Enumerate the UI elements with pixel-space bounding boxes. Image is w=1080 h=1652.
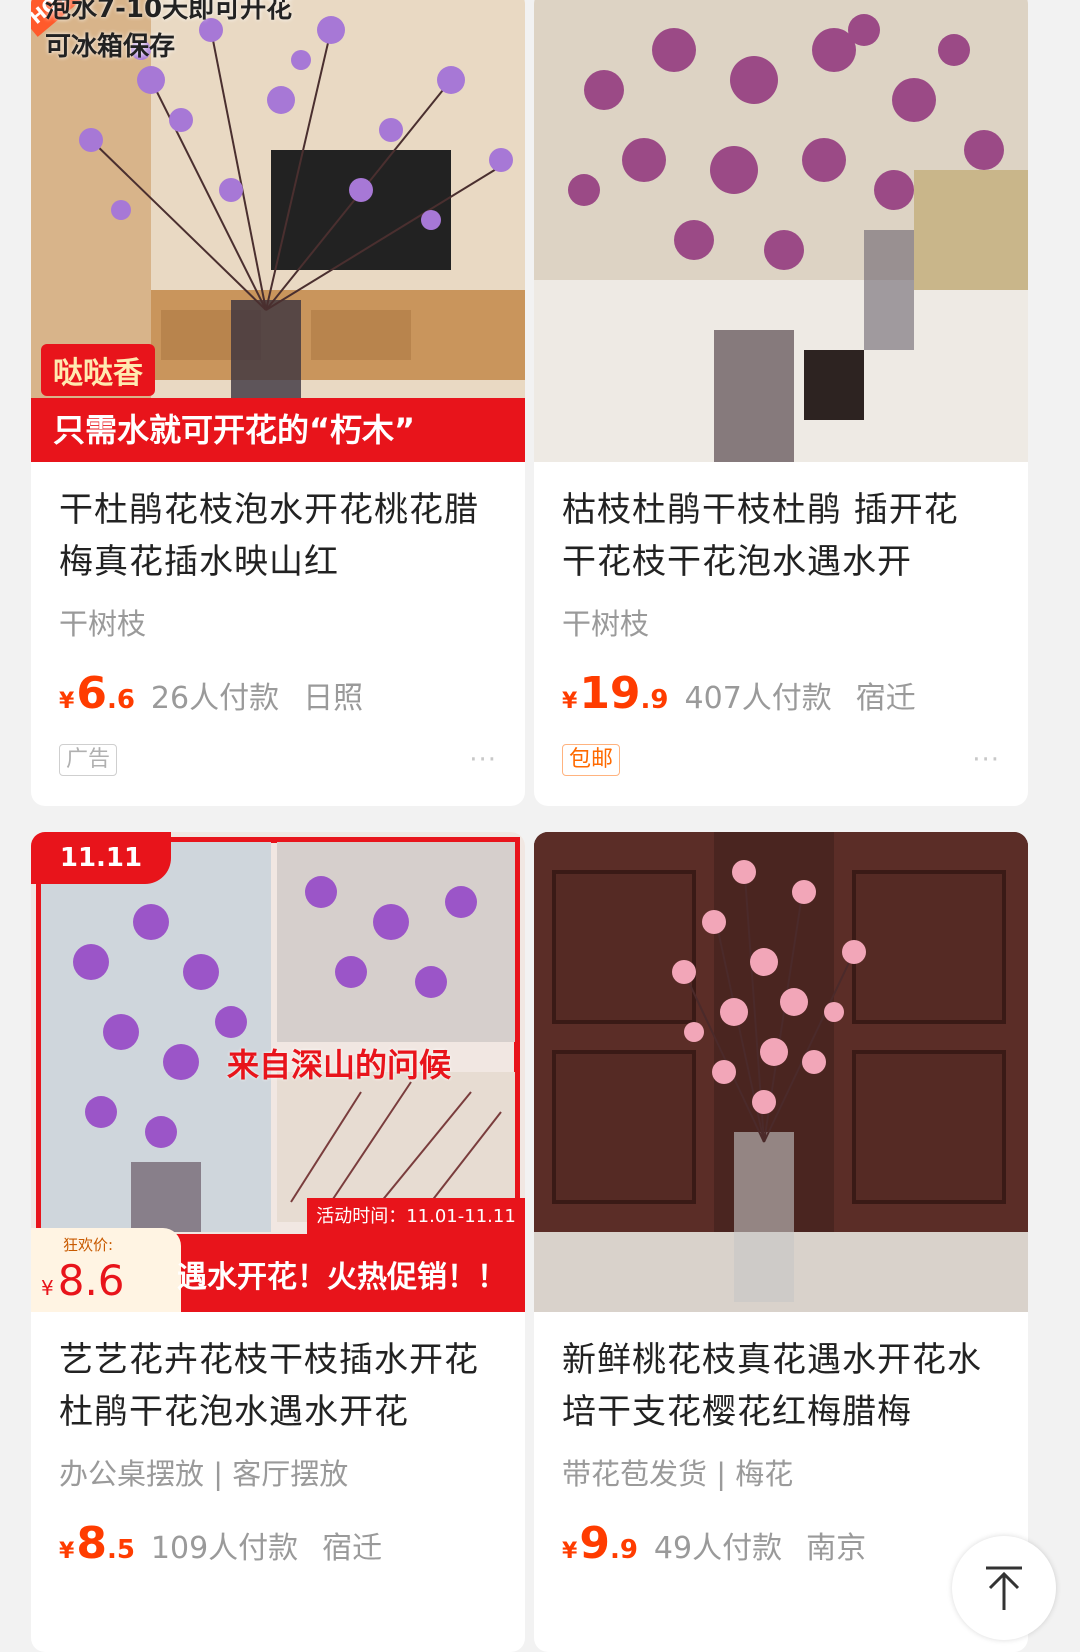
product-subtitle: 办公桌摆放 | 客厅摆放: [59, 1457, 349, 1491]
promo-text: 遇水开花！火热促销！！: [177, 1260, 507, 1295]
product-image-1[interactable]: HOT 泡水7-10天即可开花 可冰箱保存 哒哒香 只需水就可开花的“朽木”: [31, 0, 525, 462]
peach-blossom-photo: [534, 832, 1028, 1312]
price-row: ¥6.6 26人付款 日照: [59, 668, 497, 719]
product-image-4[interactable]: [534, 832, 1028, 1312]
free-shipping-badge: 包邮: [562, 744, 621, 776]
promo-price: ¥8.6: [41, 1256, 125, 1305]
ad-badge: 广告: [59, 744, 118, 776]
product-title[interactable]: 艺艺花卉花枝干枝插水开花杜鹃干花泡水遇水开花: [59, 1334, 497, 1438]
more-options-icon[interactable]: ···: [972, 745, 1000, 775]
product-title[interactable]: 新鲜桃花枝真花遇水开花水培干支花樱花红梅腊梅: [562, 1334, 1000, 1438]
product-title[interactable]: 干杜鹃花枝泡水开花桃花腊梅真花插水映山红: [59, 484, 497, 588]
promo-slogan: 来自深山的问候: [227, 1046, 452, 1084]
product-card-4[interactable]: 新鲜桃花枝真花遇水开花水培干支花樱花红梅腊梅 带花苞发货 | 梅花 ¥9.9 4…: [534, 832, 1028, 1652]
product-card-3[interactable]: 11.11 来自深山的问候 活动时间：11.01-11.11 狂欢价: ¥8.6…: [31, 832, 525, 1652]
product-grid: HOT 泡水7-10天即可开花 可冰箱保存 哒哒香 只需水就可开花的“朽木” 干…: [0, 0, 1080, 1652]
activity-period: 活动时间：11.01-11.11: [307, 1198, 525, 1236]
flower-vase-photo: [534, 0, 1028, 462]
product-card-2[interactable]: 枯枝杜鹃干枝杜鹃 插开花 干花枝干花泡水遇水开 干树枝 ¥19.9 407人付款…: [534, 0, 1028, 806]
price-row: ¥19.9 407人付款 宿迁: [562, 668, 1000, 719]
price-row: ¥8.5 109人付款 宿迁: [59, 1518, 497, 1569]
back-to-top-button[interactable]: [952, 1536, 1056, 1640]
promo-banner: 只需水就可开花的“朽木”: [31, 398, 525, 462]
product-title[interactable]: 枯枝杜鹃干枝杜鹃 插开花 干花枝干花泡水遇水开: [562, 484, 1000, 588]
product-price: ¥6.6: [59, 668, 135, 719]
seller-location: 宿迁: [322, 1531, 383, 1566]
product-price: ¥8.5: [59, 1518, 135, 1569]
arrow-up-icon: [986, 1566, 1022, 1610]
sales-count: 26人付款: [150, 681, 280, 716]
sales-count: 49人付款: [653, 1531, 783, 1566]
promo-top-text: 泡水7-10天即可开花 可冰箱保存: [45, 0, 293, 62]
product-subtitle: 干树枝: [562, 607, 650, 641]
price-row: ¥9.9 49人付款 南京: [562, 1518, 1000, 1569]
seller-location: 日照: [303, 681, 364, 716]
product-subtitle: 带花苞发货 | 梅花: [562, 1457, 794, 1491]
seller-location: 南京: [806, 1531, 867, 1566]
product-subtitle: 干树枝: [59, 607, 147, 641]
product-image-3[interactable]: 11.11 来自深山的问候 活动时间：11.01-11.11 狂欢价: ¥8.6…: [31, 832, 525, 1312]
sales-count: 407人付款: [684, 681, 832, 716]
product-card-1[interactable]: HOT 泡水7-10天即可开花 可冰箱保存 哒哒香 只需水就可开花的“朽木” 干…: [31, 0, 525, 806]
product-price: ¥19.9: [562, 668, 669, 719]
more-options-icon[interactable]: ···: [469, 745, 497, 775]
brand-tag: 哒哒香: [41, 344, 155, 396]
promo-price-label: 狂欢价:: [63, 1236, 114, 1254]
product-price: ¥9.9: [562, 1518, 638, 1569]
seller-location: 宿迁: [855, 681, 916, 716]
double-eleven-badge: 11.11: [31, 832, 171, 884]
sales-count: 109人付款: [150, 1531, 299, 1566]
promo-price-box: 狂欢价: ¥8.6: [31, 1228, 181, 1312]
product-image-2[interactable]: [534, 0, 1028, 462]
